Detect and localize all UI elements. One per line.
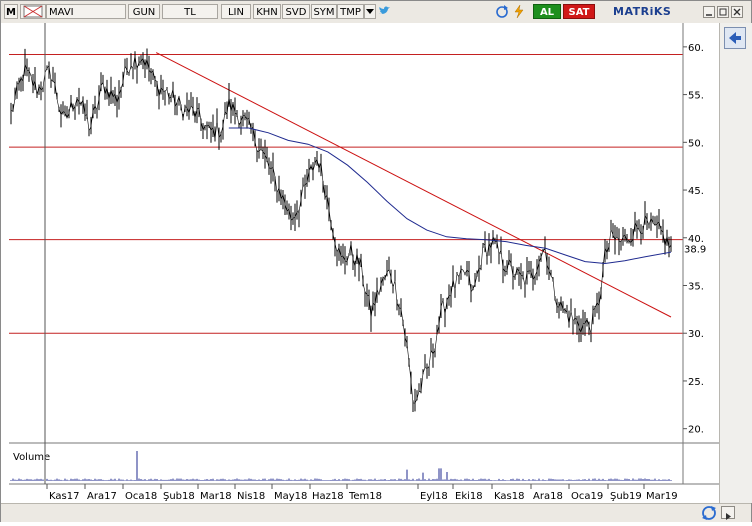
x-tick-label: Oca19 xyxy=(571,491,603,502)
lightning-icon[interactable] xyxy=(513,4,525,19)
x-tick-label: Haz18 xyxy=(312,491,344,502)
lin-button[interactable]: LIN xyxy=(221,4,251,19)
sell-button[interactable]: SAT xyxy=(563,4,595,19)
x-tick-label: Mar18 xyxy=(200,491,232,502)
chart-window: M MAVI GUN TL LIN KHN SVD SYM TMP AL SAT… xyxy=(0,0,752,522)
menu-button[interactable]: M xyxy=(4,4,18,19)
x-tick-label: Şub18 xyxy=(163,491,195,502)
buy-button[interactable]: AL xyxy=(533,4,561,19)
scroll-right-button[interactable] xyxy=(721,506,735,520)
tmp-button[interactable]: TMP xyxy=(337,4,364,19)
period-button[interactable]: GUN xyxy=(128,4,160,19)
svd-button[interactable]: SVD xyxy=(282,4,310,19)
y-tick-label: 40. xyxy=(688,234,704,245)
sync-icon[interactable] xyxy=(701,505,717,521)
symbol-field[interactable]: MAVI xyxy=(46,4,126,19)
brand-logo: MATRiKS xyxy=(613,5,672,18)
sym-button[interactable]: SYM xyxy=(311,4,337,19)
y-tick-label: 45. xyxy=(688,186,704,197)
x-tick-label: May18 xyxy=(274,491,307,502)
y-tick-label: 55. xyxy=(688,91,704,102)
twitter-bird-icon[interactable] xyxy=(378,4,392,19)
bottom-bar xyxy=(1,503,751,522)
y-tick-label: 50. xyxy=(688,138,704,149)
arrow-left-icon[interactable] xyxy=(724,27,746,49)
khn-button[interactable]: KHN xyxy=(253,4,281,19)
x-tick-label: Kas17 xyxy=(49,491,79,502)
toolbar: M MAVI GUN TL LIN KHN SVD SYM TMP AL SAT… xyxy=(1,1,751,24)
x-tick-label: Şub19 xyxy=(610,491,642,502)
x-tick-label: Nis18 xyxy=(237,491,265,502)
x-tick-label: Oca18 xyxy=(125,491,157,502)
currency-button[interactable]: TL xyxy=(162,4,218,19)
y-tick-label: 25. xyxy=(688,377,704,388)
minimize-icon[interactable] xyxy=(703,6,715,18)
close-icon[interactable] xyxy=(731,6,743,18)
chevron-down-icon[interactable] xyxy=(364,4,376,19)
side-panel xyxy=(719,23,752,503)
price-chart[interactable]: Volume Kas17 Ara17 Oca18 Şub18 Mar18 Nis18 May… xyxy=(1,23,719,503)
refresh-icon[interactable] xyxy=(495,4,509,19)
x-tick-label: Tem18 xyxy=(348,491,382,502)
grid-icon[interactable] xyxy=(20,4,46,19)
x-tick-label: Eyl18 xyxy=(420,491,448,502)
x-tick-label: Eki18 xyxy=(455,491,483,502)
y-tick-label: 30. xyxy=(688,329,704,340)
y-tick-label: 35. xyxy=(688,282,704,293)
y-tick-label: 20. xyxy=(688,425,704,436)
x-tick-label: Mar19 xyxy=(646,491,678,502)
x-tick-label: Kas18 xyxy=(494,491,524,502)
y-tick-label: 60. xyxy=(688,43,704,54)
maximize-icon[interactable] xyxy=(717,6,729,18)
x-tick-label: Ara17 xyxy=(87,491,117,502)
last-price-label: 38.9 xyxy=(684,244,706,255)
x-tick-label: Ara18 xyxy=(533,491,563,502)
